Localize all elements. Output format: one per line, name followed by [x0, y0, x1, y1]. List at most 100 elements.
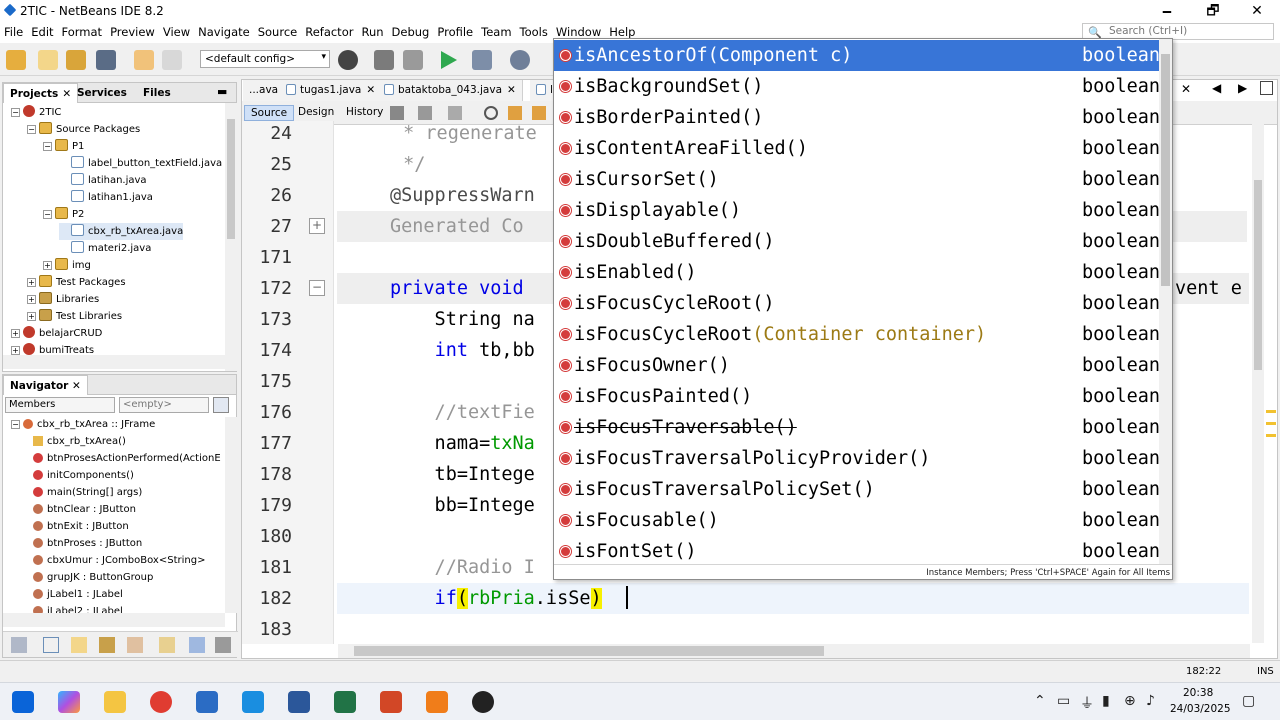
editor-vscroll-thumb[interactable]	[1254, 180, 1262, 370]
menu-source[interactable]: Source	[254, 22, 302, 39]
navigator-item[interactable]: btnProses : JButton	[33, 535, 142, 552]
tab-navigator[interactable]: Navigator ✕	[3, 375, 88, 395]
editor-tab[interactable]: tugas1.java ✕	[280, 80, 383, 101]
navigator-item[interactable]: btnClear : JButton	[33, 501, 136, 518]
filter-icon[interactable]	[11, 637, 27, 653]
minimize-panel-icon[interactable]: ▬	[217, 85, 227, 98]
menu-refactor[interactable]: Refactor	[301, 22, 357, 39]
editor-tab[interactable]: bataktoba_043.java ✕	[378, 80, 523, 101]
navigator-item[interactable]: initComponents()	[33, 467, 134, 484]
navigator-options-icon[interactable]	[213, 397, 229, 413]
tree-item[interactable]: + Test Libraries	[27, 308, 122, 325]
settings-icon[interactable]	[215, 637, 231, 653]
completion-vscroll-thumb[interactable]	[1161, 54, 1170, 286]
completion-item[interactable]: isFocusTraversalPolicySet() boolean	[554, 474, 1160, 505]
redo-icon[interactable]	[162, 50, 182, 70]
network-icon[interactable]: ▭	[1057, 693, 1070, 709]
expand-icon[interactable]: +	[27, 295, 36, 304]
tree-item[interactable]: label_button_textField.java	[59, 155, 222, 172]
code-line[interactable]: */	[392, 149, 425, 180]
navigator-item[interactable]: btnExit : JButton	[33, 518, 129, 535]
config-select[interactable]: <default config> ▾	[200, 50, 330, 68]
volume-icon[interactable]: ♪	[1146, 693, 1155, 709]
globe-icon[interactable]: ⊕	[1124, 693, 1136, 709]
build-icon[interactable]	[374, 50, 394, 70]
code-line[interactable]: //Radio I	[390, 552, 535, 583]
code-line[interactable]: Generated Co	[390, 211, 524, 242]
netbeans-taskbar-icon[interactable]	[196, 691, 218, 713]
collapse-icon[interactable]: −	[43, 142, 52, 151]
code-line[interactable]: @SuppressWarn	[390, 180, 535, 211]
navigator-item[interactable]: − cbx_rb_txArea :: JFrame	[11, 416, 155, 433]
close-icon[interactable]: ✕	[366, 84, 375, 96]
tab-services[interactable]: Services	[71, 83, 133, 103]
menu-profile[interactable]: Profile	[433, 22, 477, 39]
error-stripe-marker[interactable]	[1266, 434, 1276, 437]
code-line[interactable]: if(rbPria.isSe)	[390, 583, 602, 614]
completion-item[interactable]: isBackgroundSet() boolean	[554, 71, 1160, 102]
notifications-icon[interactable]: ▢	[1242, 693, 1255, 709]
tree-item[interactable]: materi2.java	[59, 240, 151, 257]
close-button[interactable]: ✕	[1234, 0, 1280, 22]
code-line[interactable]: private void	[390, 273, 535, 304]
word-icon[interactable]	[288, 691, 310, 713]
expand-icon[interactable]: +	[11, 329, 20, 338]
project-tree-hscrollbar[interactable]	[3, 355, 225, 369]
completion-item[interactable]: isFocusOwner() boolean	[554, 350, 1160, 381]
window-list-icon[interactable]	[1260, 81, 1273, 95]
completion-item[interactable]: isFontSet() boolean	[554, 536, 1160, 567]
completion-item[interactable]: isFocusPainted() boolean	[554, 381, 1160, 412]
expand-icon[interactable]: +	[43, 261, 52, 270]
code-line[interactable]: bb=Intege	[390, 490, 535, 521]
completion-item[interactable]: isFocusCycleRoot() boolean	[554, 288, 1160, 319]
navigator-item[interactable]: btnProsesActionPerformed(ActionE	[33, 450, 221, 467]
sort-by-source-icon[interactable]	[189, 637, 205, 653]
expand-icon[interactable]: +	[27, 312, 36, 321]
start-icon[interactable]	[12, 691, 34, 713]
navigator-item[interactable]: grupJK : ButtonGroup	[33, 569, 153, 586]
menu-tools[interactable]: Tools	[516, 22, 552, 39]
menu-edit[interactable]: Edit	[27, 22, 57, 39]
static-filter-icon[interactable]	[71, 637, 87, 653]
chrome-icon[interactable]	[150, 691, 172, 713]
collapse-icon[interactable]: −	[43, 210, 52, 219]
tree-item[interactable]: latihan1.java	[59, 189, 153, 206]
completion-item[interactable]: isDisplayable() boolean	[554, 195, 1160, 226]
tree-item[interactable]: latihan.java	[59, 172, 147, 189]
completion-item[interactable]: isBorderPainted() boolean	[554, 102, 1160, 133]
collapse-fold-icon[interactable]: −	[309, 280, 325, 296]
open-project-icon[interactable]	[66, 50, 86, 70]
collapse-icon[interactable]: −	[11, 108, 20, 117]
completion-item[interactable]: isEnabled() boolean	[554, 257, 1160, 288]
copilot-icon[interactable]	[58, 691, 80, 713]
menu-preview[interactable]: Preview	[106, 22, 159, 39]
collapse-icon[interactable]: −	[27, 125, 36, 134]
menu-navigate[interactable]: Navigate	[194, 22, 254, 39]
close-icon[interactable]: ✕	[72, 380, 81, 392]
tree-item[interactable]: + belajarCRUD	[11, 325, 102, 342]
project-tree-vscroll-thumb[interactable]	[227, 119, 235, 239]
new-project-icon[interactable]	[6, 50, 26, 70]
fields-filter-icon[interactable]	[43, 637, 59, 653]
code-line[interactable]: tb=Intege	[390, 459, 535, 490]
sort-icon[interactable]	[159, 637, 175, 653]
profile-icon[interactable]	[510, 50, 530, 70]
file-explorer-icon[interactable]	[104, 691, 126, 713]
close-icon[interactable]: ✕	[62, 88, 71, 100]
run-icon[interactable]	[441, 51, 457, 69]
lock-icon[interactable]	[99, 637, 115, 653]
menu-debug[interactable]: Debug	[388, 22, 434, 39]
navigator-item[interactable]: main(String[] args)	[33, 484, 142, 501]
menu-help[interactable]: Help	[605, 22, 639, 39]
completion-item[interactable]: isFocusable() boolean	[554, 505, 1160, 536]
menu-file[interactable]: File	[0, 22, 27, 39]
completion-item[interactable]: isCursorSet() boolean	[554, 164, 1160, 195]
undo-icon[interactable]	[134, 50, 154, 70]
navigator-vscrollbar[interactable]	[225, 417, 237, 613]
maximize-button[interactable]: 🗗	[1190, 0, 1236, 22]
tree-item[interactable]: + Test Packages	[27, 274, 126, 291]
navigator-hscrollbar[interactable]	[3, 613, 225, 627]
tree-item[interactable]: + img	[43, 257, 91, 274]
xampp-icon[interactable]	[426, 691, 448, 713]
tab-scroll-left-icon[interactable]: ◀	[1212, 81, 1221, 95]
